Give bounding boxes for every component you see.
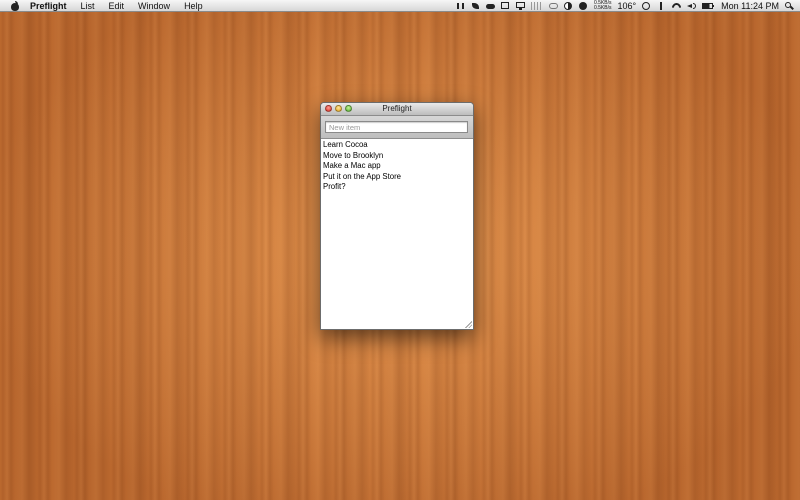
menu-clock[interactable]: Mon 11:24 PM	[721, 1, 779, 11]
list-item[interactable]: Move to Brooklyn	[323, 151, 473, 162]
battery-icon[interactable]	[702, 2, 715, 10]
menu-bar: Preflight List Edit Window Help 0.5KB/s …	[0, 0, 800, 12]
cloud-icon[interactable]	[485, 2, 495, 10]
clipboard-icon[interactable]	[500, 2, 510, 10]
fork-icon[interactable]	[456, 2, 465, 10]
display-icon[interactable]	[515, 2, 525, 10]
menu-help[interactable]: Help	[184, 1, 203, 11]
menu-window[interactable]: Window	[138, 1, 170, 11]
cpu-meter-icon[interactable]	[530, 2, 543, 10]
window-toolbar	[321, 116, 473, 139]
menu-edit[interactable]: Edit	[109, 1, 125, 11]
resize-grip[interactable]	[465, 321, 472, 328]
list-item[interactable]: Profit?	[323, 182, 473, 193]
temperature-reading[interactable]: 106°	[618, 1, 637, 11]
time-machine-icon[interactable]	[642, 2, 651, 10]
new-item-input[interactable]	[325, 121, 468, 133]
bluetooth-icon[interactable]	[657, 2, 666, 10]
status-area: 0.5KB/s 0.5KB/s 106° Mon 11:24 PM	[456, 0, 794, 12]
contrast-icon[interactable]	[563, 2, 573, 10]
chat-bubble-icon[interactable]	[548, 2, 558, 10]
list-item[interactable]: Learn Cocoa	[323, 140, 473, 151]
preflight-window: Preflight Learn Cocoa Move to Brooklyn M…	[320, 102, 474, 330]
leaf-icon[interactable]	[471, 2, 480, 10]
apple-icon[interactable]	[10, 0, 20, 11]
list-item[interactable]: Make a Mac app	[323, 161, 473, 172]
net-down-value: 0.5KB/s	[593, 5, 612, 11]
app-menu[interactable]: Preflight	[30, 1, 67, 11]
window-title: Preflight	[382, 104, 412, 113]
wifi-icon[interactable]	[672, 2, 681, 10]
volume-icon[interactable]	[687, 2, 697, 10]
moon-icon[interactable]	[578, 2, 588, 10]
todo-list: Learn Cocoa Move to Brooklyn Make a Mac …	[321, 139, 473, 193]
list-item[interactable]: Put it on the App Store	[323, 172, 473, 183]
spotlight-search-icon[interactable]	[785, 2, 794, 10]
menu-list[interactable]: List	[81, 1, 95, 11]
network-speed[interactable]: 0.5KB/s 0.5KB/s	[594, 1, 612, 11]
window-titlebar[interactable]: Preflight	[321, 103, 473, 116]
